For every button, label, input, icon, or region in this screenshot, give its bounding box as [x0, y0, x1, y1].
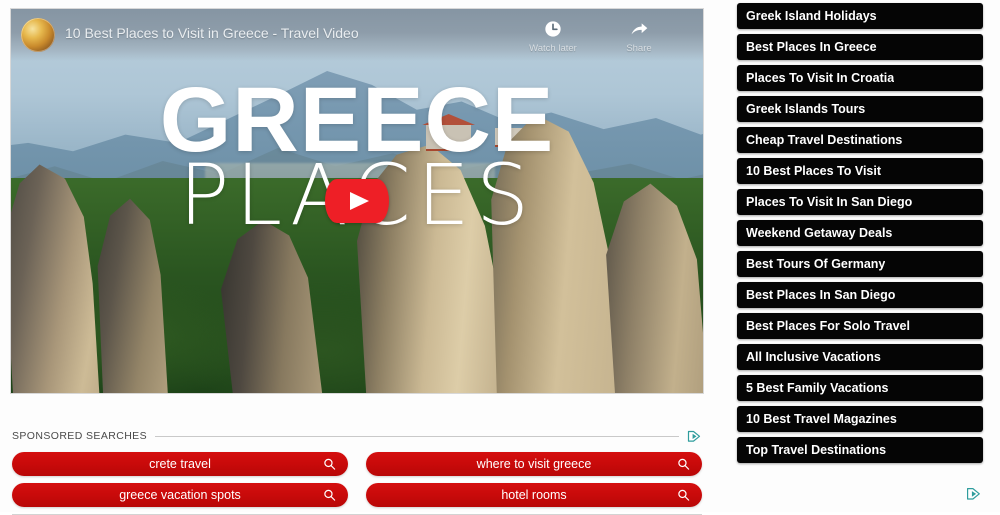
sidebar-item-label: Weekend Getaway Deals: [746, 226, 893, 240]
sponsored-search-label: crete travel: [149, 457, 211, 471]
sidebar-item-label: Greek Island Holidays: [746, 9, 877, 23]
sponsored-search-pill[interactable]: where to visit greece: [366, 452, 702, 476]
sidebar-item-label: 10 Best Places To Visit: [746, 164, 882, 178]
sidebar-item-best-places-in-greece[interactable]: Best Places In Greece: [737, 34, 983, 60]
divider: [154, 435, 679, 437]
sidebar-item-label: Top Travel Destinations: [746, 443, 887, 457]
sidebar-item-top-travel-destinations[interactable]: Top Travel Destinations: [737, 437, 983, 463]
sidebar-item-label: Best Places For Solo Travel: [746, 319, 910, 333]
sponsored-searches-header: SPONSORED SEARCHES: [12, 428, 702, 444]
sidebar-item-5-best-family-vacations[interactable]: 5 Best Family Vacations: [737, 375, 983, 401]
sidebar-item-label: Best Places In Greece: [746, 40, 877, 54]
sidebar-item-label: Places To Visit In San Diego: [746, 195, 913, 209]
magnifier-icon: [677, 489, 690, 502]
sidebar-item-best-tours-of-germany[interactable]: Best Tours Of Germany: [737, 251, 983, 277]
page-root: GREECE PLACES 10 Best Places to Visit in…: [0, 0, 1000, 515]
sponsored-search-pill[interactable]: crete travel: [12, 452, 348, 476]
video-top-bar: 10 Best Places to Visit in Greece - Trav…: [11, 9, 703, 61]
sidebar-item-best-places-for-solo-travel[interactable]: Best Places For Solo Travel: [737, 313, 983, 339]
sidebar-item-all-inclusive-vacations[interactable]: All Inclusive Vacations: [737, 344, 983, 370]
sidebar-item-label: 10 Best Travel Magazines: [746, 412, 897, 426]
main-content-column: GREECE PLACES 10 Best Places to Visit in…: [10, 8, 704, 515]
sponsored-searches-section: SPONSORED SEARCHES crete travel where to…: [12, 428, 702, 515]
magnifier-icon: [323, 458, 336, 471]
monastery-building: [426, 124, 472, 152]
sidebar-item-label: All Inclusive Vacations: [746, 350, 881, 364]
adchoices-icon[interactable]: [966, 487, 982, 501]
watch-later-label: Watch later: [529, 43, 577, 54]
share-label: Share: [626, 43, 652, 54]
sponsored-search-pill[interactable]: hotel rooms: [366, 483, 702, 507]
sidebar-item-label: Places To Visit In Croatia: [746, 71, 895, 85]
related-searches-sidebar: Greek Island Holidays Best Places In Gre…: [737, 3, 983, 463]
sidebar-item-weekend-getaway-deals[interactable]: Weekend Getaway Deals: [737, 220, 983, 246]
sponsored-search-pill[interactable]: greece vacation spots: [12, 483, 348, 507]
avatar[interactable]: [21, 18, 55, 52]
sidebar-item-best-places-in-san-diego[interactable]: Best Places In San Diego: [737, 282, 983, 308]
sidebar-item-label: Greek Islands Tours: [746, 102, 866, 116]
sponsored-search-label: hotel rooms: [501, 488, 567, 502]
clock-icon: [543, 19, 563, 39]
magnifier-icon: [323, 489, 336, 502]
sidebar-item-places-to-visit-in-san-diego[interactable]: Places To Visit In San Diego: [737, 189, 983, 215]
adchoices-icon[interactable]: [687, 430, 702, 443]
sidebar-item-label: 5 Best Family Vacations: [746, 381, 889, 395]
sidebar-item-greek-island-holidays[interactable]: Greek Island Holidays: [737, 3, 983, 29]
share-button[interactable]: Share: [609, 19, 669, 54]
sidebar-item-10-best-travel-magazines[interactable]: 10 Best Travel Magazines: [737, 406, 983, 432]
video-player[interactable]: GREECE PLACES 10 Best Places to Visit in…: [10, 8, 704, 394]
sponsored-search-label: greece vacation spots: [119, 488, 241, 502]
share-arrow-icon: [629, 19, 649, 39]
sidebar-item-greek-islands-tours[interactable]: Greek Islands Tours: [737, 96, 983, 122]
video-title[interactable]: 10 Best Places to Visit in Greece - Trav…: [65, 25, 523, 41]
sidebar-item-10-best-places-to-visit[interactable]: 10 Best Places To Visit: [737, 158, 983, 184]
youtube-play-icon[interactable]: [325, 179, 389, 223]
sponsored-searches-grid: crete travel where to visit greece greec…: [12, 452, 702, 507]
sidebar-item-cheap-travel-destinations[interactable]: Cheap Travel Destinations: [737, 127, 983, 153]
sponsored-search-label: where to visit greece: [476, 457, 592, 471]
sidebar-item-places-to-visit-in-croatia[interactable]: Places To Visit In Croatia: [737, 65, 983, 91]
sidebar-item-label: Cheap Travel Destinations: [746, 133, 903, 147]
sidebar-item-label: Best Tours Of Germany: [746, 257, 886, 271]
video-top-bar-actions: Watch later Share: [523, 19, 669, 54]
watch-later-button[interactable]: Watch later: [523, 19, 583, 54]
sidebar-item-label: Best Places In San Diego: [746, 288, 896, 302]
sponsored-searches-label: SPONSORED SEARCHES: [12, 430, 147, 442]
magnifier-icon: [677, 458, 690, 471]
